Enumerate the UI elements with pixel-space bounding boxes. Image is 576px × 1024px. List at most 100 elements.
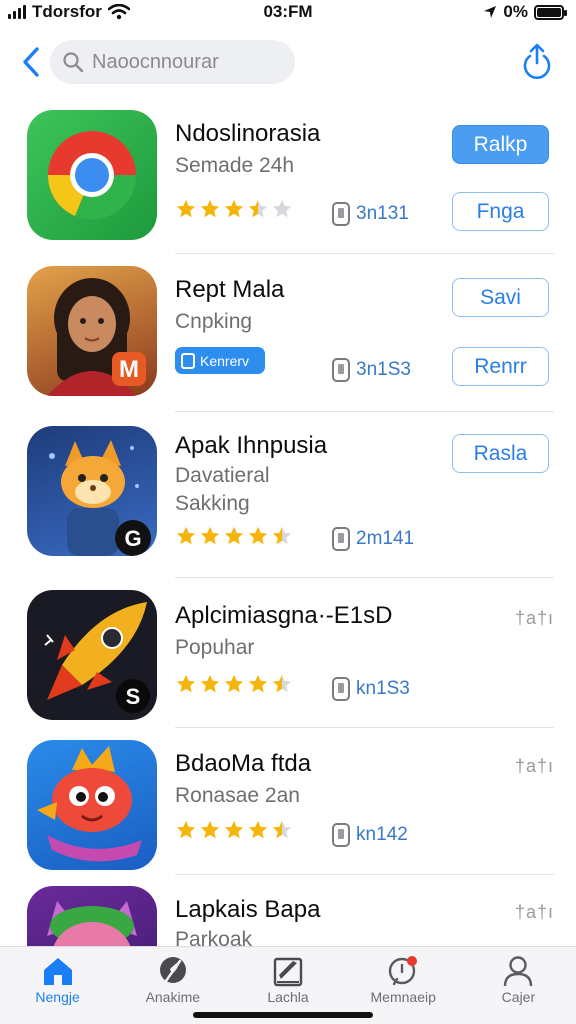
rating-stars (175, 198, 293, 220)
tab-cajer[interactable]: Cajer (461, 947, 576, 1024)
more-options[interactable]: †a†ı (515, 756, 554, 777)
search-bar[interactable] (50, 40, 295, 84)
size-tag: 3n131 (332, 202, 409, 226)
cat-character-icon[interactable] (27, 886, 157, 946)
star-icon (176, 820, 196, 839)
app-row[interactable]: G Apak Ihnpusia Davatieral Sakking 2m141… (0, 426, 576, 578)
battery-icon (534, 4, 567, 20)
star-icon (176, 526, 196, 545)
size-label: 3n1S3 (356, 359, 411, 380)
tab-label: Nengje (35, 989, 80, 1005)
star-icon (224, 526, 244, 545)
size-tag: 3n1S3 (332, 358, 411, 382)
status-badge: Kenrerv (175, 347, 265, 374)
battery-percent: 0% (503, 2, 528, 21)
secondary-button[interactable]: Renrr (452, 347, 549, 386)
star-icon (272, 526, 292, 545)
more-options[interactable]: †a†ı (515, 902, 554, 923)
app-row[interactable]: S Aplcimiasgna·-E1sD Popuhar kn1S3 †a†ı (0, 590, 576, 728)
star-icon (224, 199, 244, 218)
row-divider (175, 577, 554, 578)
rating-stars (175, 819, 293, 841)
chrome-like-icon[interactable] (27, 110, 157, 240)
search-input[interactable] (92, 50, 282, 74)
star-icon (272, 820, 292, 839)
size-label: kn142 (356, 824, 408, 845)
app-row[interactable]: Ndoslinorasia Semade 24h 3n131 Ralkp Fng… (0, 110, 576, 255)
size-label: 3n131 (356, 203, 409, 224)
app-subtitle: Davatieral (175, 464, 270, 487)
star-icon (248, 674, 268, 693)
row-divider (175, 874, 554, 875)
share-button[interactable] (518, 40, 556, 82)
tab-label: Memnaeip (370, 989, 436, 1005)
search-icon (63, 52, 84, 73)
size-tag: kn142 (332, 823, 408, 847)
svg-text:G: G (124, 526, 141, 551)
star-icon (224, 820, 244, 839)
tab-label: Anakime (145, 989, 201, 1005)
girl-portrait-icon[interactable]: M (27, 266, 157, 396)
app-subtitle: Semade 24h (175, 154, 295, 177)
feather-icon (159, 957, 186, 983)
status-right: 0% (483, 2, 567, 22)
star-icon (224, 674, 244, 693)
star-icon (248, 820, 268, 839)
status-bar: Tdorsfor 03:FM 0% (0, 0, 576, 30)
app-title: Apak Ihnpusia (175, 432, 328, 459)
star-icon (176, 199, 196, 218)
svg-text:M: M (119, 356, 139, 383)
device-icon (332, 823, 350, 847)
app-subtitle: Ronasae 2an (175, 784, 300, 807)
svg-text:S: S (126, 684, 141, 709)
rocket-icon[interactable]: S (27, 590, 157, 720)
size-label: kn1S3 (356, 678, 410, 699)
app-title: Ndoslinorasia (175, 120, 321, 147)
edit-square-icon (273, 957, 303, 987)
more-options[interactable]: †a†ı (515, 608, 554, 629)
bird-character-icon[interactable] (27, 740, 157, 870)
size-tag: kn1S3 (332, 677, 410, 701)
app-row[interactable]: M Rept Mala Cnpking Kenrerv 3n1S3 Savi R… (0, 266, 576, 412)
size-tag: 2m141 (332, 527, 414, 551)
chevron-left-icon (23, 47, 39, 77)
app-subtitle: Popuhar (175, 636, 255, 659)
share-icon (523, 43, 551, 79)
app-title: Lapkais Bapa (175, 896, 321, 923)
person-icon (504, 956, 533, 987)
tab-label: Cajer (501, 989, 536, 1005)
app-subtitle: Parkoak (175, 928, 253, 946)
star-icon (248, 526, 268, 545)
location-arrow-icon (484, 6, 497, 18)
row-divider (175, 253, 554, 254)
device-icon (332, 527, 350, 551)
app-title: BdaoMa ftda (175, 750, 312, 777)
app-subtitle: Cnpking (175, 310, 253, 333)
rating-stars (175, 525, 293, 547)
get-button[interactable]: Rasla (452, 434, 549, 473)
tab-label: Lachla (267, 989, 309, 1005)
home-icon (43, 958, 72, 985)
get-button[interactable]: Ralkp (452, 125, 549, 164)
row-divider (175, 411, 554, 412)
size-label: 2m141 (356, 528, 415, 549)
device-icon (332, 202, 350, 226)
app-row[interactable]: Lapkais Bapa Parkoak †a†ı (0, 886, 576, 946)
secondary-button[interactable]: Fnga (452, 192, 549, 231)
tab-home[interactable]: Nengje (0, 947, 115, 1024)
notification-icon (389, 956, 418, 986)
app-subtitle-secondary: Sakking (175, 492, 250, 515)
star-icon (248, 199, 268, 218)
fox-character-icon[interactable]: G (27, 426, 157, 556)
back-button[interactable] (16, 42, 46, 82)
rating-stars (175, 673, 293, 695)
star-icon (200, 526, 220, 545)
app-title: Rept Mala (175, 276, 285, 303)
device-icon (332, 677, 350, 701)
star-icon (176, 674, 196, 693)
home-indicator (193, 1012, 373, 1018)
get-button[interactable]: Savi (452, 278, 549, 317)
row-divider (175, 727, 554, 728)
star-icon (200, 199, 220, 218)
app-row[interactable]: BdaoMa ftda Ronasae 2an kn142 †a†ı (0, 740, 576, 875)
